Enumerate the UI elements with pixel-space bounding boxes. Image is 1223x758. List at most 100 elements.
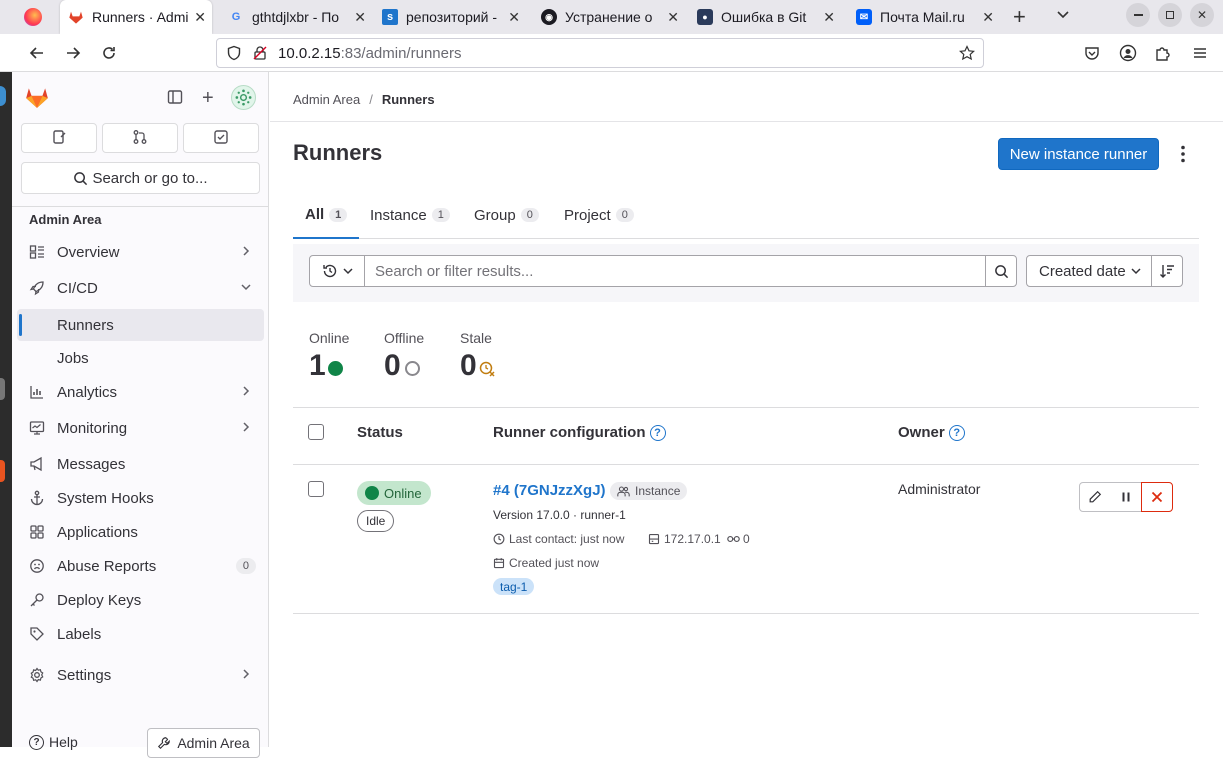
url-bar[interactable]: 10.0.2.15:83/admin/runners [216, 38, 984, 68]
close-tab-icon[interactable]: ✕ [667, 9, 679, 26]
status-label: Online [384, 485, 422, 501]
sidebar-section-title: Admin Area [29, 212, 102, 227]
sidebar-item-cicd[interactable]: CI/CD [17, 272, 264, 304]
reload-icon[interactable] [99, 43, 119, 63]
firefox-icon[interactable] [24, 8, 42, 26]
breadcrumb-link[interactable]: Admin Area [293, 92, 360, 107]
menu-icon[interactable] [1190, 43, 1210, 63]
sidebar-toggle-icon[interactable] [167, 89, 183, 110]
search-button[interactable]: Search or go to... [21, 162, 260, 194]
close-tab-icon[interactable]: ✕ [508, 9, 520, 26]
breadcrumb-separator: / [369, 92, 373, 107]
back-icon[interactable] [27, 43, 47, 63]
abuse-icon [29, 558, 45, 574]
merge-requests-button[interactable] [102, 123, 178, 153]
create-new-icon[interactable]: + [202, 87, 214, 110]
sort-dropdown[interactable]: Created date [1026, 255, 1152, 287]
sidebar-item-runners[interactable]: Runners [17, 309, 264, 341]
edit-button[interactable] [1079, 482, 1111, 512]
browser-tab-github[interactable]: ◉ Устранение о ✕ [533, 0, 685, 34]
browser-tab-mail[interactable]: ✉ Почта Mail.ru ✕ [848, 0, 1000, 34]
tab-group[interactable]: Group 0 [474, 192, 539, 238]
sidebar-item-labels[interactable]: Labels [17, 618, 264, 650]
tab-all[interactable]: All 1 [293, 192, 360, 239]
bookmark-star-icon[interactable] [959, 45, 975, 65]
select-all-checkbox[interactable] [308, 424, 324, 440]
dock-app-icon[interactable] [0, 86, 6, 106]
sidebar-item-settings[interactable]: Settings [17, 659, 264, 691]
runner-link[interactable]: #4 (7GNJzzXgJ) [493, 482, 606, 499]
maximize-icon[interactable] [1158, 3, 1182, 27]
os-dock [0, 72, 12, 747]
chart-icon [29, 384, 45, 400]
sidebar-item-label: Runners [57, 316, 114, 334]
minimize-icon[interactable] [1126, 3, 1150, 27]
sort-direction-button[interactable] [1151, 255, 1183, 287]
new-instance-runner-button[interactable]: New instance runner [998, 138, 1159, 170]
sidebar-item-label: Settings [57, 666, 112, 684]
issues-button[interactable] [21, 123, 97, 153]
help-button[interactable]: ? Help [29, 734, 78, 750]
breadcrumb-current[interactable]: Runners [382, 92, 435, 107]
close-tab-icon[interactable]: ✕ [823, 9, 835, 26]
sidebar-item-analytics[interactable]: Analytics [17, 376, 264, 408]
sidebar-item-abuse-reports[interactable]: Abuse Reports 0 [17, 550, 264, 582]
close-tab-icon[interactable]: ✕ [194, 9, 206, 26]
chevron-right-icon [238, 421, 254, 435]
sidebar-item-label: Overview [57, 243, 120, 261]
ip-text: 172.17.0.1 [664, 532, 721, 546]
sidebar-item-monitoring[interactable]: Monitoring [17, 412, 264, 444]
dock-app-icon[interactable] [0, 378, 5, 400]
sidebar-item-applications[interactable]: Applications [17, 516, 264, 548]
tab-label: Project [564, 206, 611, 224]
search-submit-button[interactable] [985, 255, 1017, 287]
todo-icon [213, 129, 229, 148]
search-history-button[interactable] [309, 255, 366, 287]
shield-icon[interactable] [226, 45, 242, 61]
help-icon[interactable]: ? [948, 424, 965, 441]
sidebar-item-label: Abuse Reports [57, 557, 157, 575]
sidebar-item-label: System Hooks [57, 489, 154, 507]
browser-tab-google[interactable]: G gthtdjlxbr - По ✕ [220, 0, 372, 34]
tab-list-chevron-icon[interactable] [1055, 6, 1071, 25]
account-icon[interactable] [1118, 43, 1138, 63]
sidebar-item-messages[interactable]: Messages [17, 448, 264, 480]
new-tab-icon[interactable]: + [1013, 4, 1026, 30]
url-host: 10.0.2.15 [278, 44, 341, 62]
forward-icon[interactable] [63, 43, 83, 63]
gitlab-logo-icon[interactable] [24, 84, 50, 115]
pause-button[interactable] [1110, 482, 1142, 512]
sidebar-item-overview[interactable]: Overview [17, 236, 264, 268]
delete-button[interactable] [1141, 482, 1173, 512]
row-checkbox[interactable] [308, 481, 324, 497]
close-window-icon[interactable]: ✕ [1190, 3, 1214, 27]
browser-tab-stackoverflow[interactable]: s репозиторий - ✕ [374, 0, 526, 34]
tab-instance[interactable]: Instance 1 [370, 192, 450, 238]
close-tab-icon[interactable]: ✕ [354, 9, 366, 26]
help-icon[interactable]: ? [649, 424, 666, 441]
online-dot-icon [327, 360, 343, 376]
browser-tab-git-error[interactable]: ● Ошибка в Git ✕ [689, 0, 841, 34]
avatar[interactable] [231, 85, 256, 110]
pause-icon [1120, 491, 1132, 503]
tab-count: 0 [615, 208, 634, 222]
search-input[interactable] [364, 255, 986, 287]
sort-label: Created date [1039, 262, 1126, 280]
pocket-icon[interactable] [1082, 43, 1102, 63]
browser-tab-runners[interactable]: Runners · Admi ✕ [60, 0, 212, 34]
todos-button[interactable] [183, 123, 259, 153]
stat-online: Online 1 [309, 330, 349, 383]
sidebar-item-deploy-keys[interactable]: Deploy Keys [17, 584, 264, 616]
tab-project[interactable]: Project 0 [564, 192, 634, 238]
admin-area-button[interactable]: Admin Area [147, 728, 260, 758]
extensions-icon[interactable] [1153, 43, 1173, 63]
online-dot-icon [365, 486, 379, 500]
sidebar-item-system-hooks[interactable]: System Hooks [17, 482, 264, 514]
close-tab-icon[interactable]: ✕ [982, 9, 994, 26]
sidebar-item-label: CI/CD [57, 279, 98, 297]
github-icon: ◉ [541, 9, 557, 25]
dock-app-icon[interactable] [0, 460, 5, 482]
insecure-lock-icon[interactable] [252, 45, 268, 61]
sidebar-item-jobs[interactable]: Jobs [17, 342, 264, 374]
more-actions-icon[interactable] [1172, 142, 1194, 166]
